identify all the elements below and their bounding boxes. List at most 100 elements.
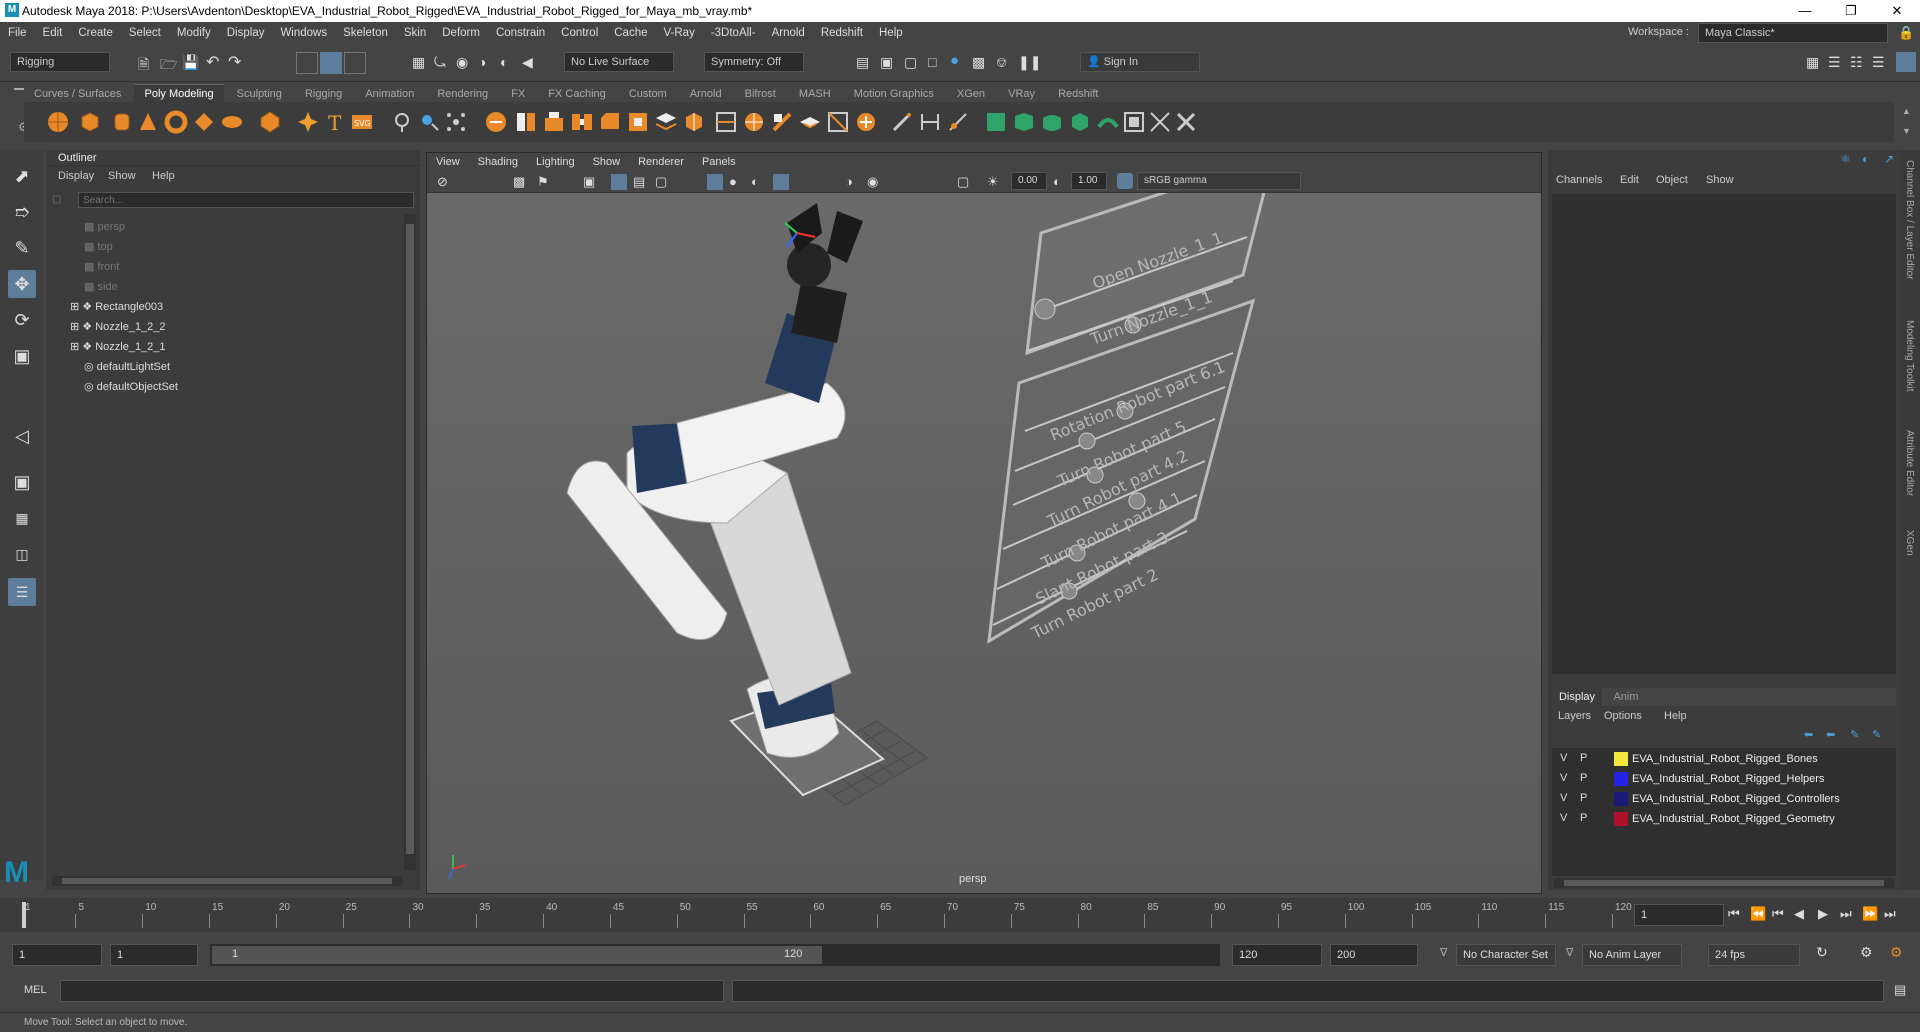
channel-box-icon-3[interactable]: ↗ xyxy=(1884,152,1894,166)
menu-file[interactable]: File xyxy=(0,27,35,39)
menu-help[interactable]: Help xyxy=(871,27,911,39)
outliner-item-nozzle-1-2-2[interactable]: ⊞ ❖ Nozzle_1_2_2 xyxy=(70,318,166,336)
shelf-tab-curves[interactable]: Curves / Surfaces xyxy=(24,85,131,103)
shelf-menu-icon[interactable] xyxy=(14,88,24,90)
smooth-shade-icon[interactable]: ● xyxy=(729,174,737,189)
resolution-gate-icon[interactable]: ▢ xyxy=(655,174,667,190)
render-view-icon[interactable]: ▣ xyxy=(880,54,893,71)
redo-icon[interactable]: ↷ xyxy=(228,52,241,72)
select-camera-icon[interactable]: ⊘ xyxy=(437,174,448,190)
go-to-end-icon[interactable]: ⏭ xyxy=(1884,906,1896,922)
undo-icon[interactable]: ↶ xyxy=(206,52,219,72)
mirror-icon[interactable] xyxy=(514,110,538,134)
isolate-select-icon[interactable]: ▢ xyxy=(957,174,969,190)
side-tab-xgen[interactable]: XGen xyxy=(1904,530,1915,556)
layer-tab-display[interactable]: Display xyxy=(1552,688,1602,706)
expand-icon[interactable]: ⊞ xyxy=(70,341,82,353)
sculpt-icon[interactable] xyxy=(854,110,878,134)
shelf-tab-arnold[interactable]: Arnold xyxy=(680,85,732,103)
shelf-tab-rendering[interactable]: Rendering xyxy=(427,85,498,103)
step-back-key-icon[interactable]: ⏮ xyxy=(1772,906,1784,922)
menu-3dtoall[interactable]: -3DtoAll- xyxy=(703,27,764,39)
shelf-tab-animation[interactable]: Animation xyxy=(355,85,424,103)
outliner-item-nozzle-1-2-1[interactable]: ⊞ ❖ Nozzle_1_2_1 xyxy=(70,338,166,356)
symmetry-select[interactable]: Symmetry: Off xyxy=(704,52,804,72)
character-set-select[interactable]: No Character Set xyxy=(1456,944,1556,966)
step-forward-key-icon[interactable]: ⏭ xyxy=(1840,906,1852,922)
render-region-icon[interactable]: ▩ xyxy=(972,54,985,71)
bevel-icon[interactable] xyxy=(598,110,622,134)
layer-row-helpers[interactable]: V P EVA_Industrial_Robot_Rigged_Helpers xyxy=(1552,770,1896,788)
poly-plane-icon[interactable] xyxy=(192,110,216,134)
attribute-editor-icon[interactable]: ☰ xyxy=(1828,54,1841,71)
snap-point-icon[interactable]: ◉ xyxy=(456,54,468,71)
live-surface-field[interactable]: No Live Surface xyxy=(564,52,674,72)
menu-deform[interactable]: Deform xyxy=(434,27,488,39)
uv-cylindrical-icon[interactable] xyxy=(1040,110,1064,134)
paint-select-tool-icon[interactable]: ✎ xyxy=(8,234,36,262)
menu-modify[interactable]: Modify xyxy=(169,27,219,39)
command-language-label[interactable]: MEL xyxy=(24,984,47,996)
time-slider[interactable]: 1 5 10 15 20 25 30 35 40 45 50 55 60 65 70 75 80 85 90 95 10… xyxy=(0,898,1920,932)
layer-color-swatch[interactable] xyxy=(1614,792,1628,806)
snap-view-plane-icon[interactable]: ◑ xyxy=(478,54,486,70)
exposure-icon[interactable]: ☀ xyxy=(987,174,999,190)
layer-horizontal-scrollbar[interactable] xyxy=(1554,878,1894,888)
outliner-item-front[interactable]: ▩ front xyxy=(84,258,119,276)
layer-visibility-toggle[interactable]: V xyxy=(1560,752,1567,764)
shelf-scroll-up-icon[interactable]: ▲ xyxy=(1902,106,1911,116)
layer-visibility-toggle[interactable]: V xyxy=(1560,772,1567,784)
snap-surface-icon[interactable]: ◐ xyxy=(500,54,508,70)
merge-icon[interactable] xyxy=(682,110,706,134)
outliner-horizontal-scrollbar[interactable] xyxy=(52,876,402,886)
shelf-tab-poly-modeling[interactable]: Poly Modeling xyxy=(134,84,224,103)
outliner-search-input[interactable] xyxy=(78,192,414,208)
shelf-tab-fx[interactable]: FX xyxy=(501,85,535,103)
close-button[interactable]: ✕ xyxy=(1874,0,1920,22)
go-to-start-icon[interactable]: ⏮ xyxy=(1728,906,1740,922)
poly-torus-icon[interactable] xyxy=(164,110,188,134)
smooth-icon[interactable] xyxy=(444,110,468,134)
outliner-item-side[interactable]: ▩ side xyxy=(84,278,118,296)
step-back-icon[interactable]: ⏪ xyxy=(1750,906,1766,922)
layer-playback-toggle[interactable]: P xyxy=(1580,772,1587,784)
camera-attributes-icon[interactable]: ▩ xyxy=(513,174,525,190)
layer-playback-toggle[interactable]: P xyxy=(1580,792,1587,804)
outliner-item-default-light-set[interactable]: ◎ defaultLightSet xyxy=(84,358,170,376)
menu-skeleton[interactable]: Skeleton xyxy=(335,27,396,39)
append-polygon-icon[interactable] xyxy=(654,110,678,134)
loop-icon[interactable]: ↻ xyxy=(1816,944,1828,961)
exposure-field[interactable]: 0.00 xyxy=(1011,172,1047,190)
auto-key-icon[interactable]: ⚙ xyxy=(1860,944,1873,961)
uv-spherical-icon[interactable] xyxy=(1068,110,1092,134)
viewport-menu-panels[interactable]: Panels xyxy=(693,156,745,168)
shelf-tab-rigging[interactable]: Rigging xyxy=(295,85,352,103)
expand-icon[interactable]: ⊞ xyxy=(70,321,82,333)
wireframe-icon[interactable] xyxy=(707,174,723,190)
viewport-menu-renderer[interactable]: Renderer xyxy=(629,156,693,168)
layers-menu[interactable]: Layers xyxy=(1558,710,1591,722)
shelf-tab-bifrost[interactable]: Bifrost xyxy=(735,85,786,103)
uv-automatic-icon[interactable] xyxy=(1096,110,1120,134)
layer-playback-toggle[interactable]: P xyxy=(1580,752,1587,764)
animation-start-field[interactable]: 1 xyxy=(110,944,198,966)
select-tool-icon[interactable]: ⬈ xyxy=(8,162,36,190)
move-layer-up-icon[interactable]: ⬅ xyxy=(1804,728,1813,741)
end-time-field[interactable]: 120 xyxy=(1232,944,1322,966)
fill-hole-icon[interactable] xyxy=(626,110,650,134)
layer-playback-toggle[interactable]: P xyxy=(1580,812,1587,824)
shelf-tab-redshift[interactable]: Redshift xyxy=(1048,85,1108,103)
layers-options-menu[interactable]: Options xyxy=(1604,710,1642,722)
range-slider-bar[interactable] xyxy=(212,946,822,964)
channels-object-menu[interactable]: Object xyxy=(1656,174,1688,186)
snap-grid-icon[interactable]: ▦ xyxy=(412,54,425,71)
uv-editor-icon[interactable] xyxy=(984,110,1008,134)
menu-windows[interactable]: Windows xyxy=(272,27,335,39)
new-layer-icon[interactable]: ✎ xyxy=(1850,728,1859,741)
layer-row-bones[interactable]: V P EVA_Industrial_Robot_Rigged_Bones xyxy=(1552,750,1896,768)
shelf-scroll-down-icon[interactable]: ▼ xyxy=(1902,126,1911,136)
open-scene-icon[interactable]: 🗁 xyxy=(160,54,177,78)
layer-name[interactable]: EVA_Industrial_Robot_Rigged_Helpers xyxy=(1632,773,1824,785)
ambient-occlusion-icon[interactable]: ◉ xyxy=(867,174,878,190)
layout-toggle-icon[interactable] xyxy=(1896,52,1916,72)
